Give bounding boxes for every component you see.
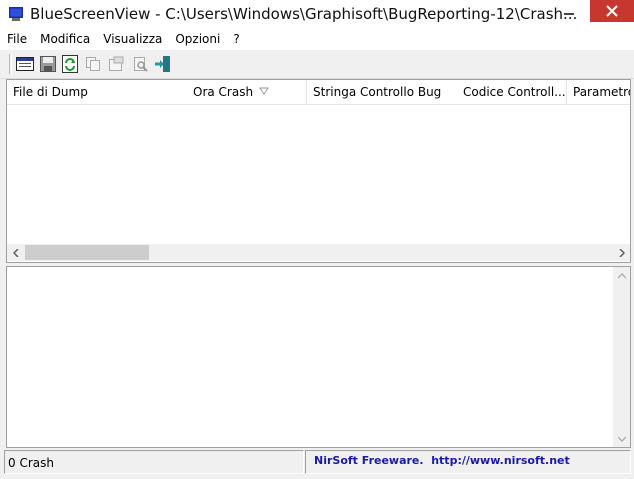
copy-button[interactable] [83,54,103,74]
chevron-right-icon [618,248,625,257]
nirsoft-link[interactable]: NirSoft Freeware. http://www.nirsoft.net [314,454,570,467]
scroll-down-button[interactable] [613,430,630,447]
exit-button[interactable] [153,54,173,74]
menu-opzioni[interactable]: Opzioni [168,30,226,50]
properties-icon [109,56,124,71]
find-icon [134,57,148,72]
menu-bar: File Modifica Visualizza Opzioni ? [0,30,634,50]
chevron-up-icon [617,272,626,279]
menu-modifica[interactable]: Modifica [33,30,96,50]
toolbar-grip [9,54,12,74]
app-icon [9,7,23,21]
status-bar: 0 Crash NirSoft Freeware. http://www.nir… [0,448,634,479]
close-icon [606,5,618,17]
chevron-down-icon [617,435,626,442]
column-header-label: Parametro [573,85,631,99]
column-header-dump-file[interactable]: File di Dump [7,80,188,105]
toolbar [0,50,634,79]
refresh-button[interactable] [60,54,80,74]
column-header-label: Stringa Controllo Bug [313,85,442,99]
scroll-up-button[interactable] [613,267,630,284]
close-button[interactable] [590,0,634,22]
window-title: BlueScreenView - C:\Users\Windows\Graphi… [30,5,578,23]
exit-icon [155,56,170,72]
column-header-bug-check-code[interactable]: Codice Controll... [457,80,567,105]
status-crash-count: 0 Crash [4,450,304,474]
scroll-left-button[interactable] [7,244,24,261]
menu-help[interactable]: ? [226,30,245,50]
html-report-icon [16,57,34,71]
menu-file[interactable]: File [0,30,33,50]
html-report-button[interactable] [15,54,35,74]
column-header-crash-time[interactable]: Ora Crash [187,80,307,105]
horizontal-scrollbar[interactable] [7,244,630,261]
column-header-label: Codice Controll... [463,85,566,99]
title-bar: BlueScreenView - C:\Users\Windows\Graphi… [0,0,634,30]
save-button[interactable] [38,54,58,74]
minimize-button[interactable] [555,0,583,22]
column-header-parameter[interactable]: Parametro [567,80,631,105]
minimize-icon [564,13,574,15]
find-button[interactable] [130,54,150,74]
column-header-label: Ora Crash [193,85,254,99]
sort-arrow-icon [259,87,269,95]
refresh-icon [62,55,78,73]
save-icon [40,56,56,72]
chevron-left-icon [12,248,19,257]
properties-button[interactable] [106,54,126,74]
scroll-right-button[interactable] [613,244,630,261]
copy-icon [86,57,100,71]
status-credit: NirSoft Freeware. http://www.nirsoft.net [305,450,631,474]
crash-list[interactable]: File di Dump Ora Crash Stringa Controllo… [6,79,631,263]
crash-count-text: 0 Crash [8,456,54,470]
menu-visualizza[interactable]: Visualizza [96,30,168,50]
column-header-bug-check-string[interactable]: Stringa Controllo Bug [307,80,458,105]
scroll-thumb[interactable] [25,245,149,260]
vertical-scrollbar[interactable] [613,267,630,447]
column-header-label: File di Dump [13,85,88,99]
driver-list-pane[interactable] [6,266,631,448]
